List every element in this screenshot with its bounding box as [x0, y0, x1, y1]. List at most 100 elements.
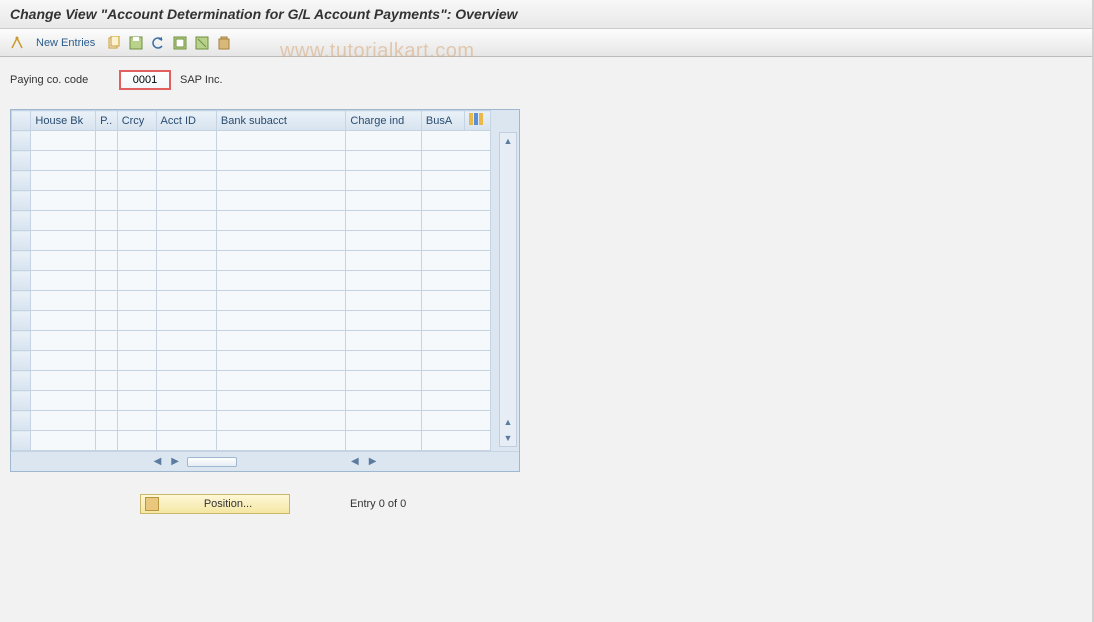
table-row[interactable] [12, 391, 491, 411]
delete-icon[interactable] [215, 34, 233, 52]
cell-p[interactable] [96, 311, 118, 331]
cell-busa[interactable] [421, 131, 490, 151]
cell-charge-ind[interactable] [346, 211, 422, 231]
save-icon[interactable] [127, 34, 145, 52]
cell-house-bk[interactable] [31, 331, 96, 351]
col-header-p[interactable]: P.. [96, 111, 118, 131]
col-header-charge-ind[interactable]: Charge ind [346, 111, 422, 131]
cell-busa[interactable] [421, 191, 490, 211]
row-selector[interactable] [12, 411, 31, 431]
cell-busa[interactable] [421, 391, 490, 411]
cell-crcy[interactable] [117, 291, 156, 311]
table-row[interactable] [12, 311, 491, 331]
cell-acct-id[interactable] [156, 431, 216, 451]
cell-house-bk[interactable] [31, 151, 96, 171]
cell-acct-id[interactable] [156, 331, 216, 351]
cell-acct-id[interactable] [156, 411, 216, 431]
row-selector[interactable] [12, 231, 31, 251]
cell-p[interactable] [96, 271, 118, 291]
col-header-bank-subacct[interactable]: Bank subacct [216, 111, 345, 131]
cell-acct-id[interactable] [156, 191, 216, 211]
cell-acct-id[interactable] [156, 211, 216, 231]
row-selector[interactable] [12, 331, 31, 351]
cell-bank-subacct[interactable] [216, 211, 345, 231]
cell-bank-subacct[interactable] [216, 371, 345, 391]
cell-house-bk[interactable] [31, 191, 96, 211]
cell-bank-subacct[interactable] [216, 411, 345, 431]
cell-acct-id[interactable] [156, 371, 216, 391]
cell-acct-id[interactable] [156, 151, 216, 171]
position-button[interactable]: Position... [140, 494, 290, 514]
cell-crcy[interactable] [117, 211, 156, 231]
vertical-scrollbar[interactable]: ▲ ▲ ▼ [499, 132, 517, 447]
cell-busa[interactable] [421, 231, 490, 251]
cell-house-bk[interactable] [31, 351, 96, 371]
table-row[interactable] [12, 331, 491, 351]
cell-charge-ind[interactable] [346, 271, 422, 291]
row-selector-header[interactable] [12, 111, 31, 131]
scroll-thumb[interactable] [187, 457, 237, 467]
table-row[interactable] [12, 371, 491, 391]
cell-charge-ind[interactable] [346, 151, 422, 171]
cell-acct-id[interactable] [156, 391, 216, 411]
cell-acct-id[interactable] [156, 291, 216, 311]
cell-busa[interactable] [421, 251, 490, 271]
cell-bank-subacct[interactable] [216, 391, 345, 411]
cell-charge-ind[interactable] [346, 351, 422, 371]
scroll-right-last-icon[interactable]: ▶ [367, 456, 379, 467]
row-selector[interactable] [12, 351, 31, 371]
row-selector[interactable] [12, 371, 31, 391]
cell-p[interactable] [96, 371, 118, 391]
cell-crcy[interactable] [117, 331, 156, 351]
table-row[interactable] [12, 191, 491, 211]
cell-p[interactable] [96, 391, 118, 411]
cell-bank-subacct[interactable] [216, 131, 345, 151]
table-row[interactable] [12, 131, 491, 151]
row-selector[interactable] [12, 211, 31, 231]
col-header-crcy[interactable]: Crcy [117, 111, 156, 131]
cell-charge-ind[interactable] [346, 371, 422, 391]
table-row[interactable] [12, 171, 491, 191]
paying-co-code-input[interactable] [120, 71, 170, 89]
cell-crcy[interactable] [117, 391, 156, 411]
cell-house-bk[interactable] [31, 371, 96, 391]
cell-busa[interactable] [421, 311, 490, 331]
copy-icon[interactable] [105, 34, 123, 52]
table-row[interactable] [12, 291, 491, 311]
cell-bank-subacct[interactable] [216, 331, 345, 351]
cell-busa[interactable] [421, 171, 490, 191]
row-selector[interactable] [12, 291, 31, 311]
cell-charge-ind[interactable] [346, 311, 422, 331]
table-row[interactable] [12, 351, 491, 371]
cell-crcy[interactable] [117, 311, 156, 331]
undo-icon[interactable] [149, 34, 167, 52]
cell-bank-subacct[interactable] [216, 431, 345, 451]
cell-acct-id[interactable] [156, 231, 216, 251]
cell-busa[interactable] [421, 331, 490, 351]
cell-crcy[interactable] [117, 231, 156, 251]
cell-busa[interactable] [421, 271, 490, 291]
col-header-house-bk[interactable]: House Bk [31, 111, 96, 131]
cell-crcy[interactable] [117, 271, 156, 291]
cell-acct-id[interactable] [156, 311, 216, 331]
cell-crcy[interactable] [117, 371, 156, 391]
cell-busa[interactable] [421, 431, 490, 451]
col-header-busa[interactable]: BusA [421, 111, 464, 131]
cell-house-bk[interactable] [31, 291, 96, 311]
table-row[interactable] [12, 231, 491, 251]
cell-p[interactable] [96, 151, 118, 171]
col-header-acct-id[interactable]: Acct ID [156, 111, 216, 131]
row-selector[interactable] [12, 251, 31, 271]
cell-bank-subacct[interactable] [216, 231, 345, 251]
cell-p[interactable] [96, 131, 118, 151]
cell-crcy[interactable] [117, 411, 156, 431]
cell-p[interactable] [96, 411, 118, 431]
cell-house-bk[interactable] [31, 211, 96, 231]
cell-busa[interactable] [421, 371, 490, 391]
cell-charge-ind[interactable] [346, 171, 422, 191]
cell-charge-ind[interactable] [346, 191, 422, 211]
scroll-left-first-icon[interactable]: ◀ [152, 456, 164, 467]
cell-house-bk[interactable] [31, 391, 96, 411]
cell-busa[interactable] [421, 211, 490, 231]
cell-bank-subacct[interactable] [216, 151, 345, 171]
